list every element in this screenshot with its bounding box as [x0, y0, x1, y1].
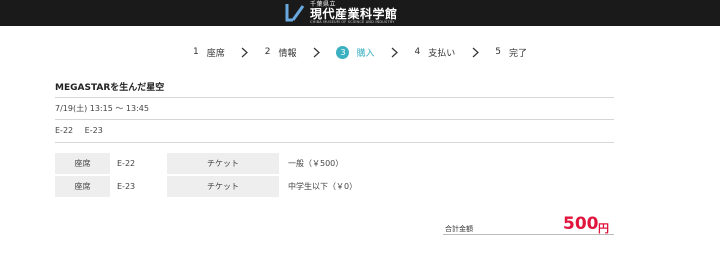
seat-header: 座席 [55, 176, 110, 197]
progress-steps: 1 座席 2 情報 3 購入 4 支払い 5 完了 [0, 44, 720, 60]
museum-logo-text: 千葉県立 現代産業科学館 CHIBA MUSEUM OF SCIENCE AND… [310, 1, 398, 25]
event-title: MEGASTARを生んだ星空 [55, 83, 165, 93]
seat-code: E-22 [55, 126, 74, 135]
table-row: 座席 E-23 チケット 中学生以下（￥0） [55, 176, 429, 197]
step-seat: 1 座席 [193, 46, 225, 59]
step-number: 4 [414, 47, 421, 57]
chevron-right-icon [469, 44, 481, 60]
step-label: 完了 [508, 48, 527, 59]
total-amount: 500 [563, 214, 599, 234]
logo-museum-name: 現代産業科学館 [310, 6, 398, 21]
ticket-table: 座席 E-22 チケット 一般（￥500） 座席 E-23 チケット 中学生以下… [55, 153, 429, 199]
step-label: 情報 [278, 48, 297, 59]
step-info: 2 情報 [265, 46, 297, 59]
total-label: 合計金額 [445, 225, 473, 233]
step-complete: 5 完了 [495, 46, 527, 59]
step-purchase: 3 購入 [336, 45, 375, 59]
table-row: 座席 E-22 チケット 一般（￥500） [55, 153, 429, 174]
ticket-header: チケット [167, 176, 279, 197]
total-underline [443, 234, 614, 235]
museum-logo[interactable]: 千葉県立 現代産業科学館 CHIBA MUSEUM OF SCIENCE AND… [284, 1, 398, 25]
top-header-bar: 千葉県立 現代産業科学館 CHIBA MUSEUM OF SCIENCE AND… [0, 0, 720, 26]
divider [55, 97, 614, 98]
museum-logo-mark-icon [285, 4, 305, 22]
selected-seats: E-22 E-23 [55, 126, 112, 135]
chevron-right-icon [310, 44, 322, 60]
ticket-type-value: 一般（￥500） [288, 159, 344, 168]
seat-value: E-22 [117, 159, 136, 168]
logo-english-name: CHIBA MUSEUM OF SCIENCE AND INDUSTRY [310, 19, 395, 24]
step-label-active: 購入 [356, 48, 375, 59]
chevron-right-icon [389, 44, 401, 60]
step-label: 支払い [428, 48, 456, 59]
chevron-right-icon [239, 44, 251, 60]
seat-value: E-23 [117, 182, 136, 191]
ticket-header: チケット [167, 153, 279, 174]
seat-code: E-23 [84, 126, 103, 135]
step-number: 2 [264, 47, 271, 57]
step-number: 1 [192, 47, 199, 57]
step-number: 5 [495, 47, 501, 57]
event-datetime: 7/19(土) 13:15 ～ 13:45 [55, 104, 149, 113]
step-label: 座席 [206, 48, 225, 59]
step-number-active: 3 [336, 45, 350, 59]
ticket-type-value: 中学生以下（￥0） [288, 182, 358, 191]
divider [55, 142, 614, 143]
seat-header: 座席 [55, 153, 110, 174]
divider [55, 119, 614, 120]
step-payment: 4 支払い [415, 46, 456, 59]
